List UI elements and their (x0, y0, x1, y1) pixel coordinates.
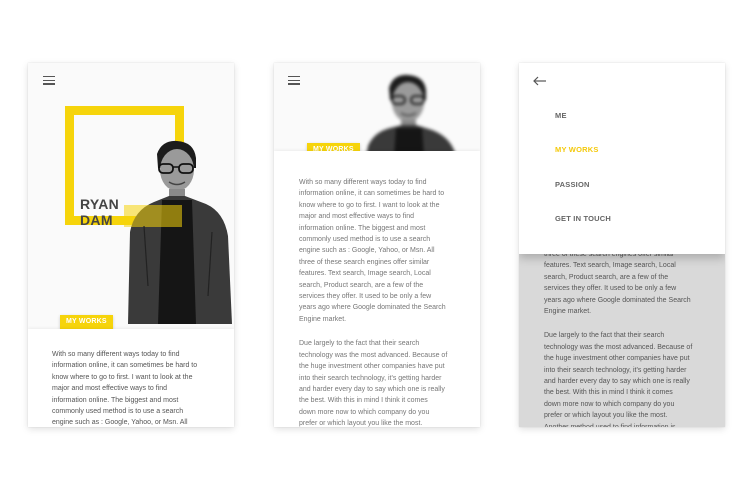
name-first: RYAN (80, 196, 120, 212)
menu-bar (43, 83, 55, 85)
menu-item-passion[interactable]: PASSION (555, 180, 590, 189)
menu-bar (43, 76, 55, 78)
menu-open-screen: three of these search engines offer simi… (519, 63, 725, 427)
menu-item-my-works[interactable]: MY WORKS (555, 145, 599, 154)
hamburger-menu-button[interactable] (288, 76, 300, 85)
works-paragraph-1: three of these search engines offer simi… (544, 251, 691, 316)
hamburger-menu-button[interactable] (43, 76, 55, 85)
menu-item-get-in-touch[interactable]: GET IN TOUCH (555, 214, 611, 223)
works-paragraph-2: Due largely to the fact that their searc… (544, 332, 693, 427)
name-last: DAM (80, 212, 113, 228)
profile-photo (124, 140, 232, 324)
my-works-badge[interactable]: MY WORKS (60, 315, 113, 329)
menu-item-me[interactable]: ME (555, 111, 567, 120)
intro-paragraph: With so many different ways today to fin… (52, 351, 198, 427)
works-screen: MY WORKS With so many different ways tod… (274, 63, 480, 427)
content-panel: With so many different ways today to fin… (28, 329, 234, 427)
menu-bar (288, 79, 300, 81)
menu-bar (288, 76, 300, 78)
menu-bar (288, 83, 300, 85)
arrow-left-icon[interactable] (533, 76, 547, 86)
profile-screen: RYAN DAM MY WORKS With so many different… (28, 63, 234, 427)
profile-name: RYAN DAM (80, 196, 119, 228)
works-paragraph-1: With so many different ways today to fin… (299, 179, 446, 323)
menu-bar (43, 79, 55, 81)
nav-menu-panel: ME MY WORKS PASSION GET IN TOUCH (519, 63, 725, 254)
blurred-profile-photo (366, 74, 456, 157)
content-panel: With so many different ways today to fin… (274, 151, 480, 427)
works-paragraph-2: Due largely to the fact that their searc… (299, 340, 448, 427)
dimmed-content: three of these search engines offer simi… (519, 249, 725, 427)
